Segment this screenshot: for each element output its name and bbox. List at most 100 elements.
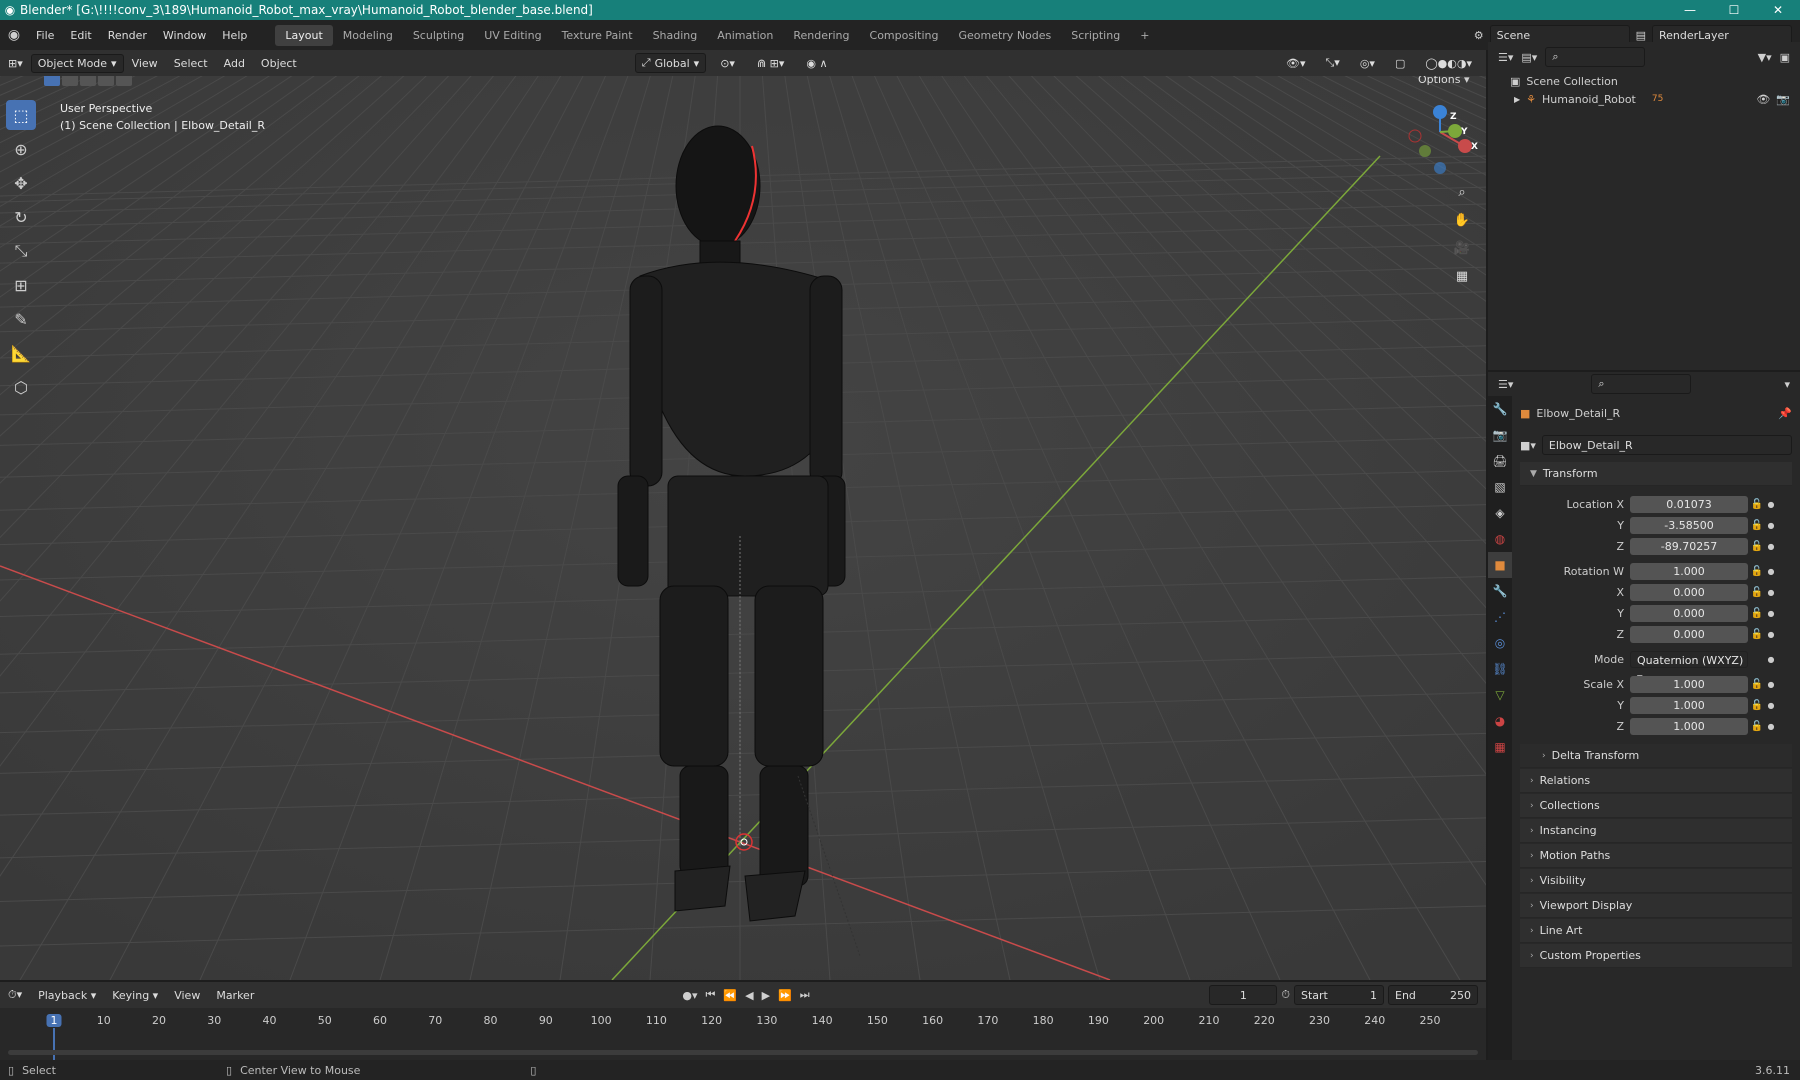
tab-layout[interactable]: Layout (275, 24, 333, 46)
3d-viewport[interactable]: User Perspective (1) Scene Collection | … (0, 76, 1486, 980)
menu-file[interactable]: File (28, 29, 62, 42)
lock-icon[interactable]: 🔓 (1748, 679, 1766, 690)
panel-motion-paths[interactable]: › Motion Paths (1520, 844, 1792, 868)
scale-x-field[interactable]: 1.000 (1630, 676, 1748, 693)
stopwatch-icon[interactable]: ⏱ (1281, 988, 1290, 1002)
transform-orientation-dropdown[interactable]: ⤢ Global ▾ (634, 53, 707, 73)
menu-edit[interactable]: Edit (62, 29, 99, 42)
location-x-field[interactable]: 0.01073 (1630, 496, 1748, 513)
viewport-menu-view[interactable]: View (124, 55, 166, 72)
camera-render-icon[interactable]: 📷 (1776, 93, 1800, 106)
properties-search-input[interactable]: ⌕ (1591, 374, 1692, 394)
select-invert-icon[interactable] (98, 76, 114, 86)
lock-icon[interactable]: 🔓 (1748, 541, 1766, 552)
rotate-icon[interactable]: ↻ (6, 202, 36, 232)
pivot-icon[interactable]: ⊙▾ (712, 55, 743, 72)
end-frame-field[interactable]: End 250 (1388, 985, 1478, 1005)
playhead[interactable] (53, 1028, 55, 1060)
timeline-editor-icon[interactable]: ⏱▾ (0, 986, 30, 1004)
panel-line-art[interactable]: › Line Art (1520, 919, 1792, 943)
timeline-area[interactable]: 1 10 20 30 40 50 60 70 80 90 100 110 120 130 140 150 160… (0, 1008, 1486, 1060)
tab-sculpting[interactable]: Sculpting (403, 25, 474, 46)
chevron-down-icon[interactable]: ▾ (1784, 378, 1790, 391)
timeline-menu-keying[interactable]: Keying ▾ (104, 987, 166, 1004)
transform-panel-header[interactable]: ▼ Transform (1520, 462, 1792, 486)
viewport-menu-add[interactable]: Add (216, 55, 253, 72)
location-z-field[interactable]: -89.70257 (1630, 538, 1748, 555)
material-tab-icon[interactable]: ◕ (1488, 708, 1512, 734)
keyframe-dot-icon[interactable]: ● (1766, 655, 1776, 664)
menu-help[interactable]: Help (214, 29, 255, 42)
gizmo-toggle-icon[interactable]: ⤡▾ (1318, 54, 1348, 72)
current-frame-field[interactable]: 1 (1209, 985, 1278, 1005)
tab-animation[interactable]: Animation (707, 25, 783, 46)
keyframe-dot-icon[interactable]: ● (1766, 567, 1776, 576)
panel-instancing[interactable]: › Instancing (1520, 819, 1792, 843)
select-new-icon[interactable] (44, 76, 60, 86)
location-y-field[interactable]: -3.58500 (1630, 517, 1748, 534)
tab-shading[interactable]: Shading (643, 25, 708, 46)
keyframe-dot-icon[interactable]: ● (1766, 588, 1776, 597)
object-mode-dropdown[interactable]: Object Mode ▾ (30, 53, 124, 73)
cursor-icon[interactable]: ⊕ (6, 134, 36, 164)
play-icon[interactable]: ▶ (762, 989, 770, 1002)
pan-hand-icon[interactable]: ✋ (1450, 208, 1474, 232)
lock-icon[interactable]: 🔓 (1748, 499, 1766, 510)
tab-modeling[interactable]: Modeling (333, 25, 403, 46)
timeline-menu-playback[interactable]: Playback ▾ (30, 987, 104, 1004)
tab-compositing[interactable]: Compositing (860, 25, 949, 46)
object-tab-icon[interactable]: ■ (1488, 552, 1512, 578)
modifier-tab-icon[interactable]: 🔧 (1488, 578, 1512, 604)
new-collection-icon[interactable]: ▣ (1780, 51, 1790, 64)
tool-tab-icon[interactable]: 🔧 (1488, 396, 1512, 422)
rotation-mode-dropdown[interactable]: Quaternion (WXYZ) ▾ (1630, 651, 1748, 684)
move-icon[interactable]: ✥ (6, 168, 36, 198)
keyframe-dot-icon[interactable]: ● (1766, 630, 1776, 639)
panel-visibility[interactable]: › Visibility (1520, 869, 1792, 893)
expand-arrow-icon[interactable]: ▶ (1514, 95, 1520, 104)
menu-render[interactable]: Render (100, 29, 155, 42)
object-type-icon[interactable]: ■▾ (1520, 439, 1536, 452)
rotation-w-field[interactable]: 1.000 (1630, 563, 1748, 580)
lock-icon[interactable]: 🔓 (1748, 587, 1766, 598)
scale-y-field[interactable]: 1.000 (1630, 697, 1748, 714)
rotation-z-field[interactable]: 0.000 (1630, 626, 1748, 643)
proportional-edit-icon[interactable]: ◉ ∧ (798, 55, 835, 72)
panel-collections[interactable]: › Collections (1520, 794, 1792, 818)
eye-icon[interactable]: 👁 (1756, 93, 1770, 106)
outliner-root[interactable]: ▣ Scene Collection (1488, 72, 1800, 90)
jump-end-icon[interactable]: ⏭ (800, 988, 810, 1002)
keyframe-dot-icon[interactable]: ● (1766, 701, 1776, 710)
scale-icon[interactable]: ⤡ (6, 236, 36, 266)
overlay-toggle-icon[interactable]: ◎▾ (1352, 55, 1383, 72)
viewport-menu-object[interactable]: Object (253, 55, 305, 72)
visibility-filter-icon[interactable]: 👁▾ (1278, 55, 1314, 72)
timeline-scrollbar[interactable] (8, 1050, 1478, 1055)
start-frame-field[interactable]: Start 1 (1294, 985, 1384, 1005)
shading-modes-icon[interactable]: ◯●◐◑▾ (1417, 55, 1480, 72)
display-mode-icon[interactable]: ▤▾ (1521, 51, 1537, 64)
keyframe-dot-icon[interactable]: ● (1766, 521, 1776, 530)
texture-tab-icon[interactable]: ▦ (1488, 734, 1512, 760)
zoom-icon[interactable]: ⌕ (1450, 180, 1474, 204)
keyframe-dot-icon[interactable]: ● (1766, 722, 1776, 731)
object-name-input[interactable]: Elbow_Detail_R (1541, 435, 1792, 455)
next-key-icon[interactable]: ⏩ (778, 989, 792, 1002)
lock-icon[interactable]: 🔓 (1748, 721, 1766, 732)
scale-z-field[interactable]: 1.000 (1630, 718, 1748, 735)
rotation-y-field[interactable]: 0.000 (1630, 605, 1748, 622)
transform-icon[interactable]: ⊞ (6, 270, 36, 300)
constraints-tab-icon[interactable]: ⛓ (1488, 656, 1512, 682)
editor-type-icon[interactable]: ⊞▾ (0, 55, 31, 72)
panel-relations[interactable]: › Relations (1520, 769, 1792, 793)
keyframe-dot-icon[interactable]: ● (1766, 542, 1776, 551)
outliner-search-input[interactable]: ⌕ (1545, 47, 1646, 67)
play-reverse-icon[interactable]: ◀ (745, 989, 753, 1002)
panel-viewport-display[interactable]: › Viewport Display (1520, 894, 1792, 918)
select-subtract-icon[interactable] (80, 76, 96, 86)
ortho-toggle-icon[interactable]: ▦ (1450, 264, 1474, 288)
pin-icon[interactable]: 📌 (1778, 407, 1792, 420)
keyframe-dot-icon[interactable]: ● (1766, 500, 1776, 509)
measure-icon[interactable]: 📐 (6, 338, 36, 368)
tab-texture-paint[interactable]: Texture Paint (552, 25, 643, 46)
